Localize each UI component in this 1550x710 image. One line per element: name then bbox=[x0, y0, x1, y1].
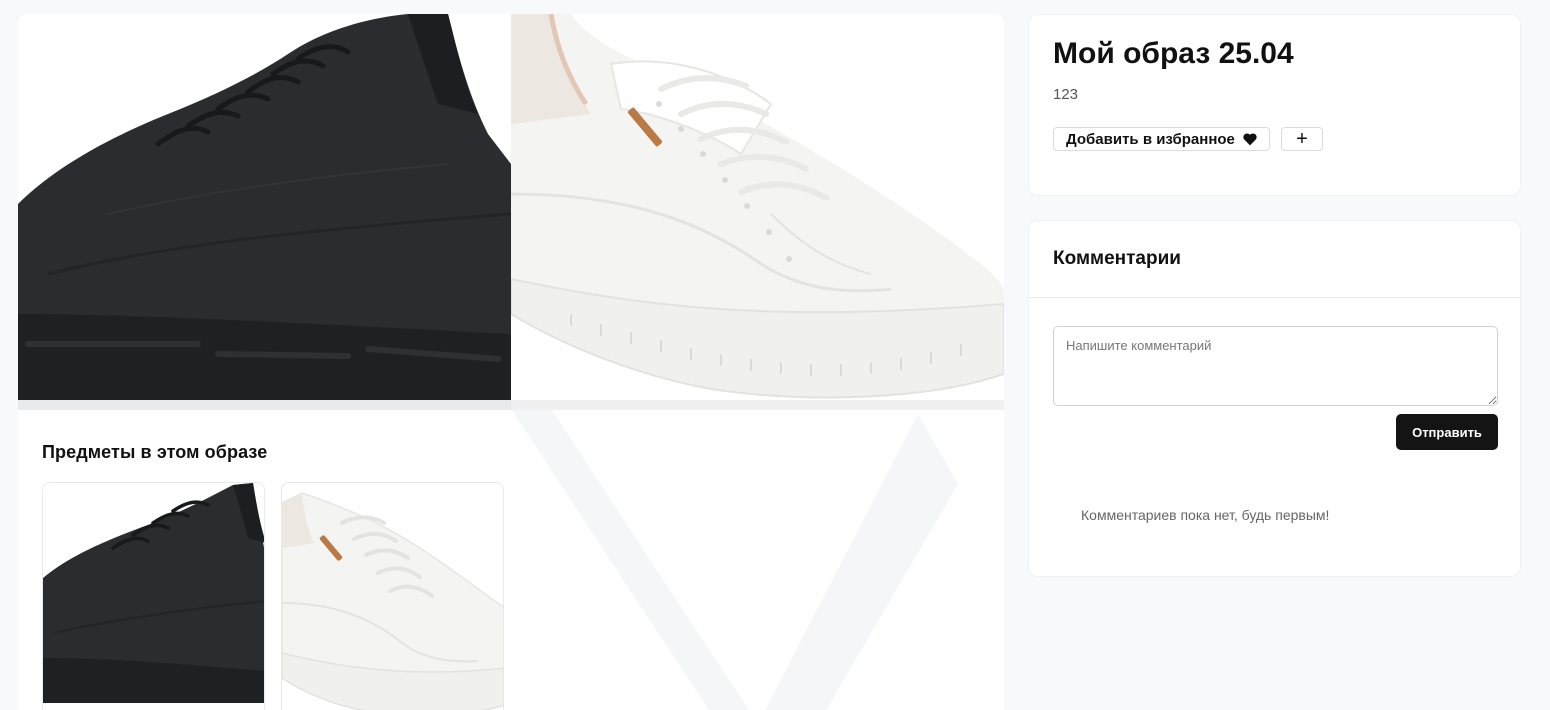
heart-icon bbox=[1243, 132, 1257, 145]
comments-title: Комментарии bbox=[1053, 248, 1181, 269]
empty-comments-text: Комментариев пока нет, будь первым! bbox=[1081, 507, 1330, 523]
add-button[interactable]: + bbox=[1281, 127, 1323, 151]
item-card-white-sneaker[interactable] bbox=[281, 482, 504, 710]
black-sneaker-thumbnail bbox=[43, 483, 264, 710]
hero-image-black-sneaker[interactable] bbox=[18, 14, 511, 410]
add-to-favorites-button[interactable]: Добавить в избранное bbox=[1053, 127, 1270, 151]
black-sneaker-image bbox=[18, 14, 511, 410]
look-info-card: Мой образ 25.04 123 Добавить в избранное… bbox=[1028, 14, 1521, 196]
comment-input[interactable] bbox=[1053, 326, 1498, 406]
look-card: Предметы в этом образе bbox=[18, 14, 1004, 710]
white-sneaker-thumbnail bbox=[282, 483, 503, 710]
comments-card: Комментарии Отправить Комментариев пока … bbox=[1028, 220, 1521, 577]
hero-image-white-sneaker[interactable] bbox=[511, 14, 1004, 410]
look-description: 123 bbox=[1053, 86, 1079, 103]
white-sneaker-image bbox=[511, 14, 1004, 410]
item-card-black-sneaker[interactable] bbox=[42, 482, 265, 710]
comments-divider bbox=[1029, 297, 1520, 298]
add-to-favorites-label: Добавить в избранное bbox=[1066, 130, 1235, 148]
items-section-title: Предметы в этом образе bbox=[42, 442, 268, 462]
send-comment-button[interactable]: Отправить bbox=[1396, 414, 1498, 450]
page-title: Мой образ 25.04 bbox=[1053, 37, 1294, 70]
